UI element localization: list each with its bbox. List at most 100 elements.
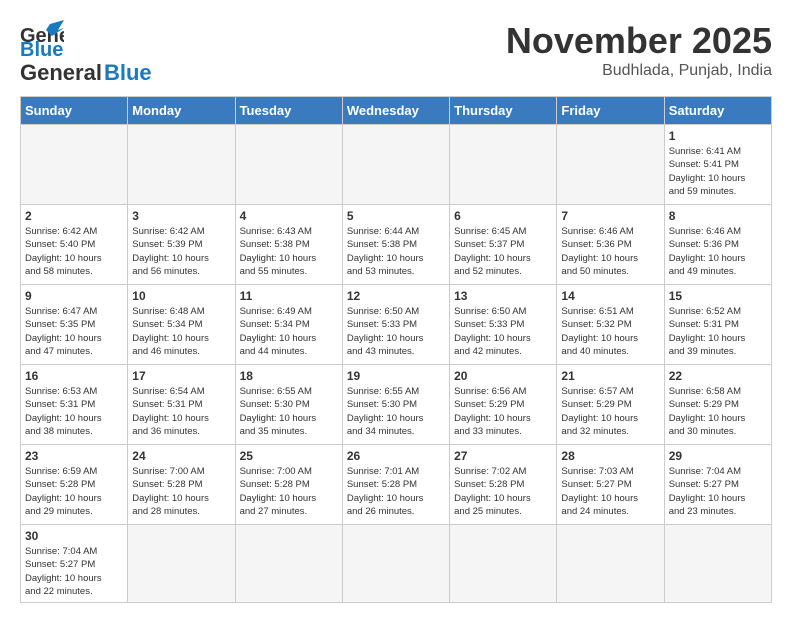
svg-text:Blue: Blue	[20, 39, 63, 58]
day-info: Sunrise: 7:00 AM Sunset: 5:28 PM Dayligh…	[132, 465, 230, 518]
calendar-cell: 22 Sunrise: 6:58 AM Sunset: 5:29 PM Dayli…	[664, 365, 771, 445]
day-number: 29	[669, 449, 767, 463]
day-number: 28	[561, 449, 659, 463]
logo-icon: General Blue	[20, 20, 64, 58]
calendar-cell: 10Sunrise: 6:48 AM Sunset: 5:34 PM Dayli…	[128, 285, 235, 365]
day-number: 27	[454, 449, 552, 463]
day-info: Sunrise: 6:57 AM Sunset: 5:29 PM Dayligh…	[561, 385, 659, 438]
day-info: Sunrise: 6:49 AM Sunset: 5:34 PM Dayligh…	[240, 305, 338, 358]
day-info: Sunrise: 6:42 AM Sunset: 5:39 PM Dayligh…	[132, 225, 230, 278]
calendar-cell: 23 Sunrise: 6:59 AM Sunset: 5:28 PM Dayli…	[21, 445, 128, 525]
day-number: 12	[347, 289, 445, 303]
day-info: Sunrise: 6:58 AM Sunset: 5:29 PM Dayligh…	[669, 385, 767, 438]
day-info: Sunrise: 6:55 AM Sunset: 5:30 PM Dayligh…	[347, 385, 445, 438]
calendar-cell: 28 Sunrise: 7:03 AM Sunset: 5:27 PM Dayli…	[557, 445, 664, 525]
day-info: Sunrise: 6:55 AM Sunset: 5:30 PM Dayligh…	[240, 385, 338, 438]
weekday-header-sunday: Sunday	[21, 97, 128, 125]
day-number: 30	[25, 529, 123, 543]
page-header: General Blue General Blue November 2025 …	[20, 20, 772, 86]
day-number: 17	[132, 369, 230, 383]
calendar-cell: 26Sunrise: 7:01 AM Sunset: 5:28 PM Dayli…	[342, 445, 449, 525]
day-info: Sunrise: 7:04 AM Sunset: 5:27 PM Dayligh…	[25, 545, 123, 598]
day-info: Sunrise: 7:03 AM Sunset: 5:27 PM Dayligh…	[561, 465, 659, 518]
day-number: 25	[240, 449, 338, 463]
day-number: 4	[240, 209, 338, 223]
calendar-table: SundayMondayTuesdayWednesdayThursdayFrid…	[20, 96, 772, 603]
day-number: 1	[669, 129, 767, 143]
day-number: 23	[25, 449, 123, 463]
day-number: 21	[561, 369, 659, 383]
calendar-cell	[557, 125, 664, 205]
day-number: 11	[240, 289, 338, 303]
day-info: Sunrise: 7:00 AM Sunset: 5:28 PM Dayligh…	[240, 465, 338, 518]
day-number: 2	[25, 209, 123, 223]
calendar-cell: 9Sunrise: 6:47 AM Sunset: 5:35 PM Daylig…	[21, 285, 128, 365]
weekday-header-thursday: Thursday	[450, 97, 557, 125]
day-info: Sunrise: 6:50 AM Sunset: 5:33 PM Dayligh…	[454, 305, 552, 358]
day-info: Sunrise: 6:45 AM Sunset: 5:37 PM Dayligh…	[454, 225, 552, 278]
day-number: 24	[132, 449, 230, 463]
calendar-cell	[128, 125, 235, 205]
day-number: 16	[25, 369, 123, 383]
calendar-cell	[342, 525, 449, 603]
calendar-cell	[235, 525, 342, 603]
day-info: Sunrise: 7:01 AM Sunset: 5:28 PM Dayligh…	[347, 465, 445, 518]
calendar-cell: 16 Sunrise: 6:53 AM Sunset: 5:31 PM Dayli…	[21, 365, 128, 445]
calendar-cell	[557, 525, 664, 603]
calendar-cell: 18Sunrise: 6:55 AM Sunset: 5:30 PM Dayli…	[235, 365, 342, 445]
day-info: Sunrise: 6:54 AM Sunset: 5:31 PM Dayligh…	[132, 385, 230, 438]
calendar-cell: 20Sunrise: 6:56 AM Sunset: 5:29 PM Dayli…	[450, 365, 557, 445]
weekday-header-friday: Friday	[557, 97, 664, 125]
day-info: Sunrise: 6:44 AM Sunset: 5:38 PM Dayligh…	[347, 225, 445, 278]
weekday-header-monday: Monday	[128, 97, 235, 125]
calendar-cell: 21 Sunrise: 6:57 AM Sunset: 5:29 PM Dayli…	[557, 365, 664, 445]
calendar-cell: 8 Sunrise: 6:46 AM Sunset: 5:36 PM Daylig…	[664, 205, 771, 285]
weekday-header-saturday: Saturday	[664, 97, 771, 125]
day-number: 9	[25, 289, 123, 303]
day-info: Sunrise: 6:51 AM Sunset: 5:32 PM Dayligh…	[561, 305, 659, 358]
calendar-cell	[21, 125, 128, 205]
calendar-cell: 7Sunrise: 6:46 AM Sunset: 5:36 PM Daylig…	[557, 205, 664, 285]
calendar-cell: 6 Sunrise: 6:45 AM Sunset: 5:37 PM Daylig…	[450, 205, 557, 285]
calendar-cell: 2 Sunrise: 6:42 AM Sunset: 5:40 PM Daylig…	[21, 205, 128, 285]
day-info: Sunrise: 7:04 AM Sunset: 5:27 PM Dayligh…	[669, 465, 767, 518]
calendar-cell: 25 Sunrise: 7:00 AM Sunset: 5:28 PM Dayli…	[235, 445, 342, 525]
calendar-cell: 27 Sunrise: 7:02 AM Sunset: 5:28 PM Dayli…	[450, 445, 557, 525]
calendar-cell	[128, 525, 235, 603]
weekday-header-tuesday: Tuesday	[235, 97, 342, 125]
day-info: Sunrise: 7:02 AM Sunset: 5:28 PM Dayligh…	[454, 465, 552, 518]
logo-blue: Blue	[104, 60, 152, 86]
calendar-cell: 15 Sunrise: 6:52 AM Sunset: 5:31 PM Dayli…	[664, 285, 771, 365]
calendar-cell	[664, 525, 771, 603]
calendar-cell	[235, 125, 342, 205]
day-info: Sunrise: 6:42 AM Sunset: 5:40 PM Dayligh…	[25, 225, 123, 278]
day-number: 8	[669, 209, 767, 223]
day-number: 14	[561, 289, 659, 303]
day-info: Sunrise: 6:46 AM Sunset: 5:36 PM Dayligh…	[561, 225, 659, 278]
calendar-cell	[342, 125, 449, 205]
calendar-cell: 12Sunrise: 6:50 AM Sunset: 5:33 PM Dayli…	[342, 285, 449, 365]
weekday-header-wednesday: Wednesday	[342, 97, 449, 125]
day-number: 6	[454, 209, 552, 223]
calendar-cell: 13 Sunrise: 6:50 AM Sunset: 5:33 PM Dayli…	[450, 285, 557, 365]
logo-general: General	[20, 60, 102, 86]
calendar-cell: 1Sunrise: 6:41 AM Sunset: 5:41 PM Daylig…	[664, 125, 771, 205]
calendar-cell: 30 Sunrise: 7:04 AM Sunset: 5:27 PM Dayli…	[21, 525, 128, 603]
day-number: 15	[669, 289, 767, 303]
day-info: Sunrise: 6:53 AM Sunset: 5:31 PM Dayligh…	[25, 385, 123, 438]
day-info: Sunrise: 6:52 AM Sunset: 5:31 PM Dayligh…	[669, 305, 767, 358]
day-number: 22	[669, 369, 767, 383]
month-title: November 2025	[506, 20, 772, 62]
day-info: Sunrise: 6:59 AM Sunset: 5:28 PM Dayligh…	[25, 465, 123, 518]
title-block: November 2025 Budhlada, Punjab, India	[506, 20, 772, 80]
day-number: 13	[454, 289, 552, 303]
calendar-cell: 14 Sunrise: 6:51 AM Sunset: 5:32 PM Dayli…	[557, 285, 664, 365]
day-number: 3	[132, 209, 230, 223]
calendar-cell: 19Sunrise: 6:55 AM Sunset: 5:30 PM Dayli…	[342, 365, 449, 445]
location-title: Budhlada, Punjab, India	[506, 62, 772, 80]
day-info: Sunrise: 6:56 AM Sunset: 5:29 PM Dayligh…	[454, 385, 552, 438]
day-info: Sunrise: 6:46 AM Sunset: 5:36 PM Dayligh…	[669, 225, 767, 278]
day-number: 10	[132, 289, 230, 303]
calendar-cell	[450, 125, 557, 205]
calendar-cell: 29 Sunrise: 7:04 AM Sunset: 5:27 PM Dayli…	[664, 445, 771, 525]
